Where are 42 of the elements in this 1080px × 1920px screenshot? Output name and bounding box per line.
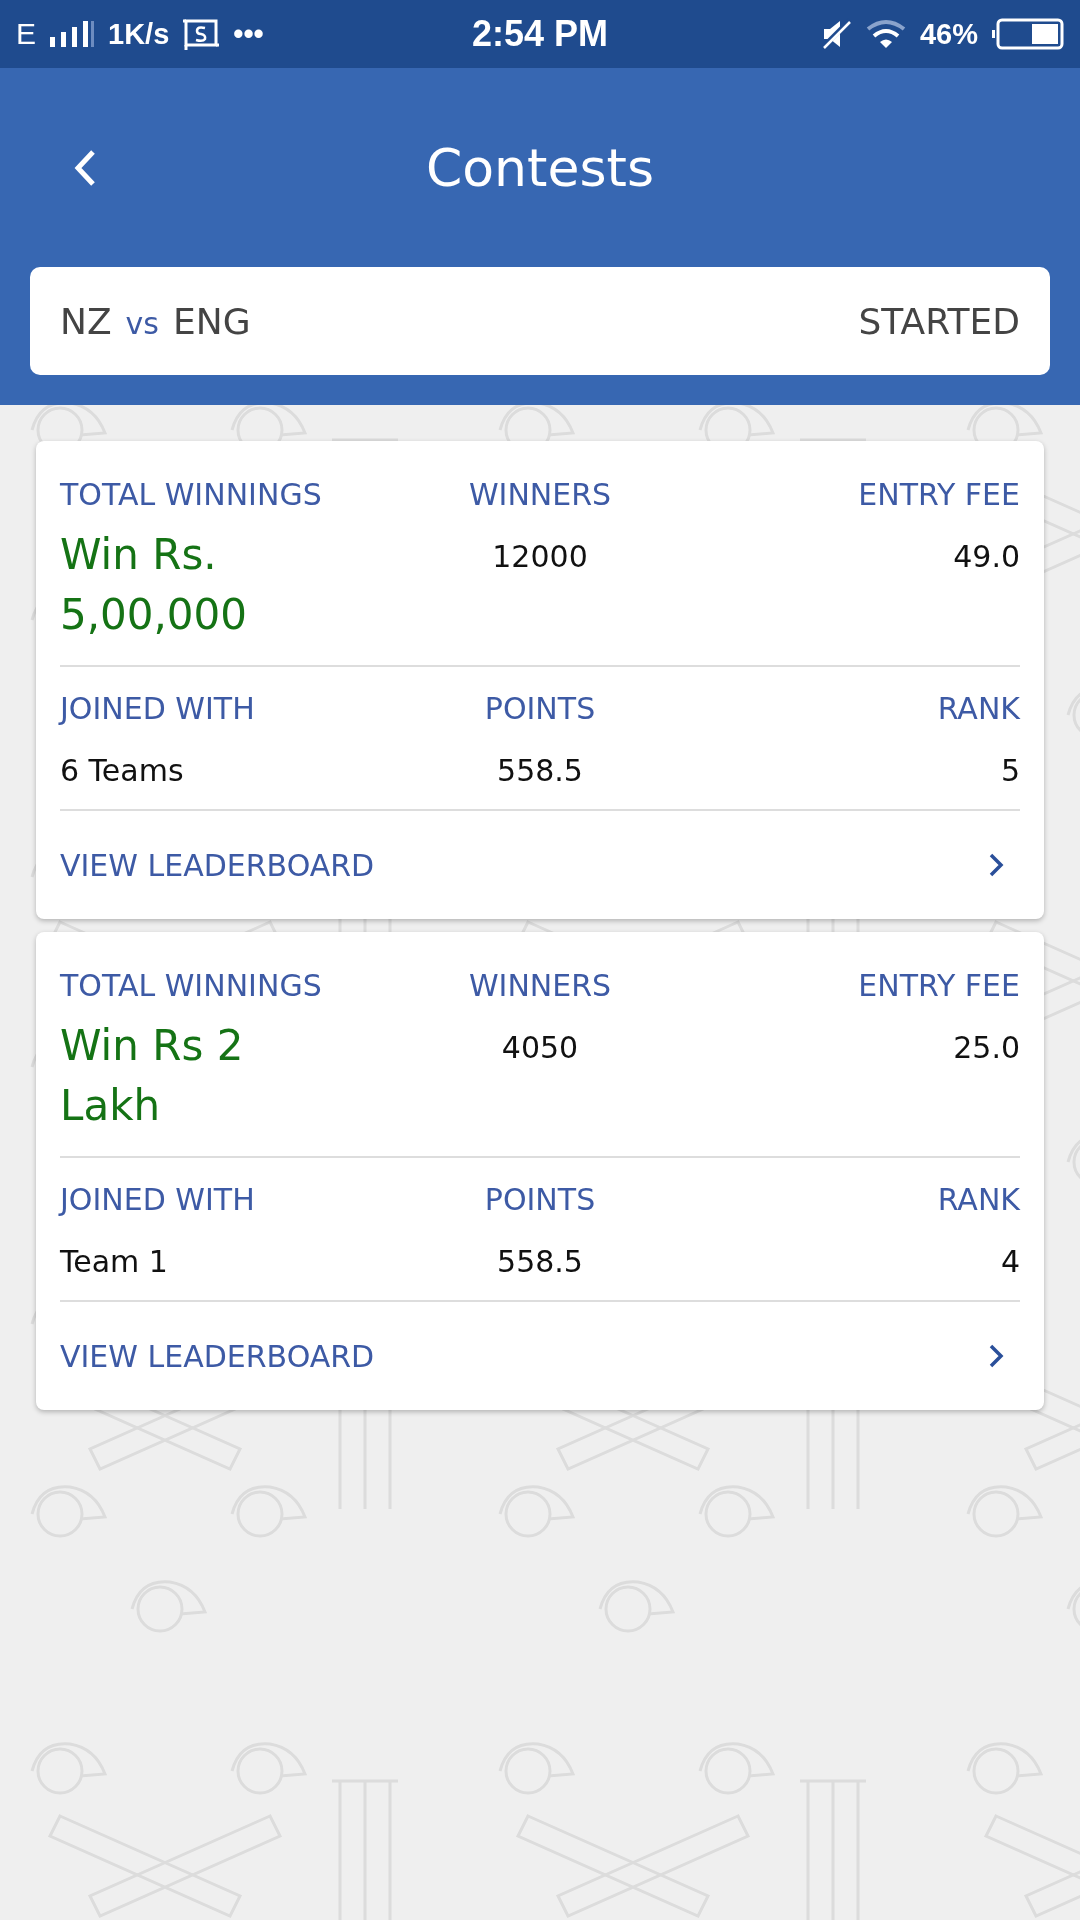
- prize-amount: Win Rs 2 Lakh: [60, 1020, 245, 1132]
- more-dots: •••: [233, 17, 264, 51]
- network-speed: 1K/s: [108, 17, 170, 51]
- prize-amount: Win Rs. 5,00,000: [60, 529, 249, 641]
- clock: 2:54 PM: [471, 13, 609, 54]
- field-value: 558.5: [496, 752, 584, 790]
- field-value: 5: [999, 752, 1020, 790]
- field-label: RANK: [936, 1181, 1020, 1219]
- field-value: 12000: [491, 538, 589, 576]
- leaderboard-link[interactable]: VIEW LEADERBOARD: [60, 1338, 375, 1374]
- field-label: TOTAL WINNINGS: [60, 967, 323, 1005]
- battery-percent: 46%: [919, 17, 978, 51]
- field-label: WINNERS: [467, 967, 613, 1005]
- team-name: ENG: [173, 300, 251, 342]
- match-status: STARTED: [858, 300, 1020, 342]
- network-type: E: [16, 17, 36, 51]
- chevron-right-icon: [988, 1343, 1004, 1369]
- battery-icon: [992, 18, 1064, 50]
- field-label: JOINED WITH: [60, 1181, 256, 1219]
- field-label: ENTRY FEE: [857, 967, 1020, 1005]
- field-label: RANK: [936, 690, 1020, 728]
- field-value: 4050: [500, 1029, 580, 1067]
- leaderboard-link[interactable]: VIEW LEADERBOARD: [60, 847, 375, 883]
- field-value: 4: [999, 1243, 1020, 1281]
- signal-icon: [50, 21, 94, 47]
- field-label: POINTS: [483, 1181, 597, 1219]
- field-label: JOINED WITH: [60, 690, 256, 728]
- field-label: POINTS: [483, 690, 597, 728]
- field-value: 6 Teams: [60, 752, 185, 790]
- versus-label: vs: [125, 305, 159, 341]
- field-value: 25.0: [952, 1029, 1020, 1067]
- field-label: TOTAL WINNINGS: [60, 476, 323, 514]
- field-label: ENTRY FEE: [857, 476, 1020, 514]
- wifi-icon: [865, 19, 906, 49]
- field-value: 558.5: [496, 1243, 584, 1281]
- page-title: Contests: [425, 137, 654, 198]
- field-value: 49.0: [952, 538, 1020, 576]
- field-label: WINNERS: [467, 476, 613, 514]
- field-value: Team 1: [60, 1243, 169, 1281]
- chevron-right-icon: [988, 852, 1004, 878]
- screenshot-icon: [183, 18, 220, 50]
- team-name: NZ: [60, 300, 112, 342]
